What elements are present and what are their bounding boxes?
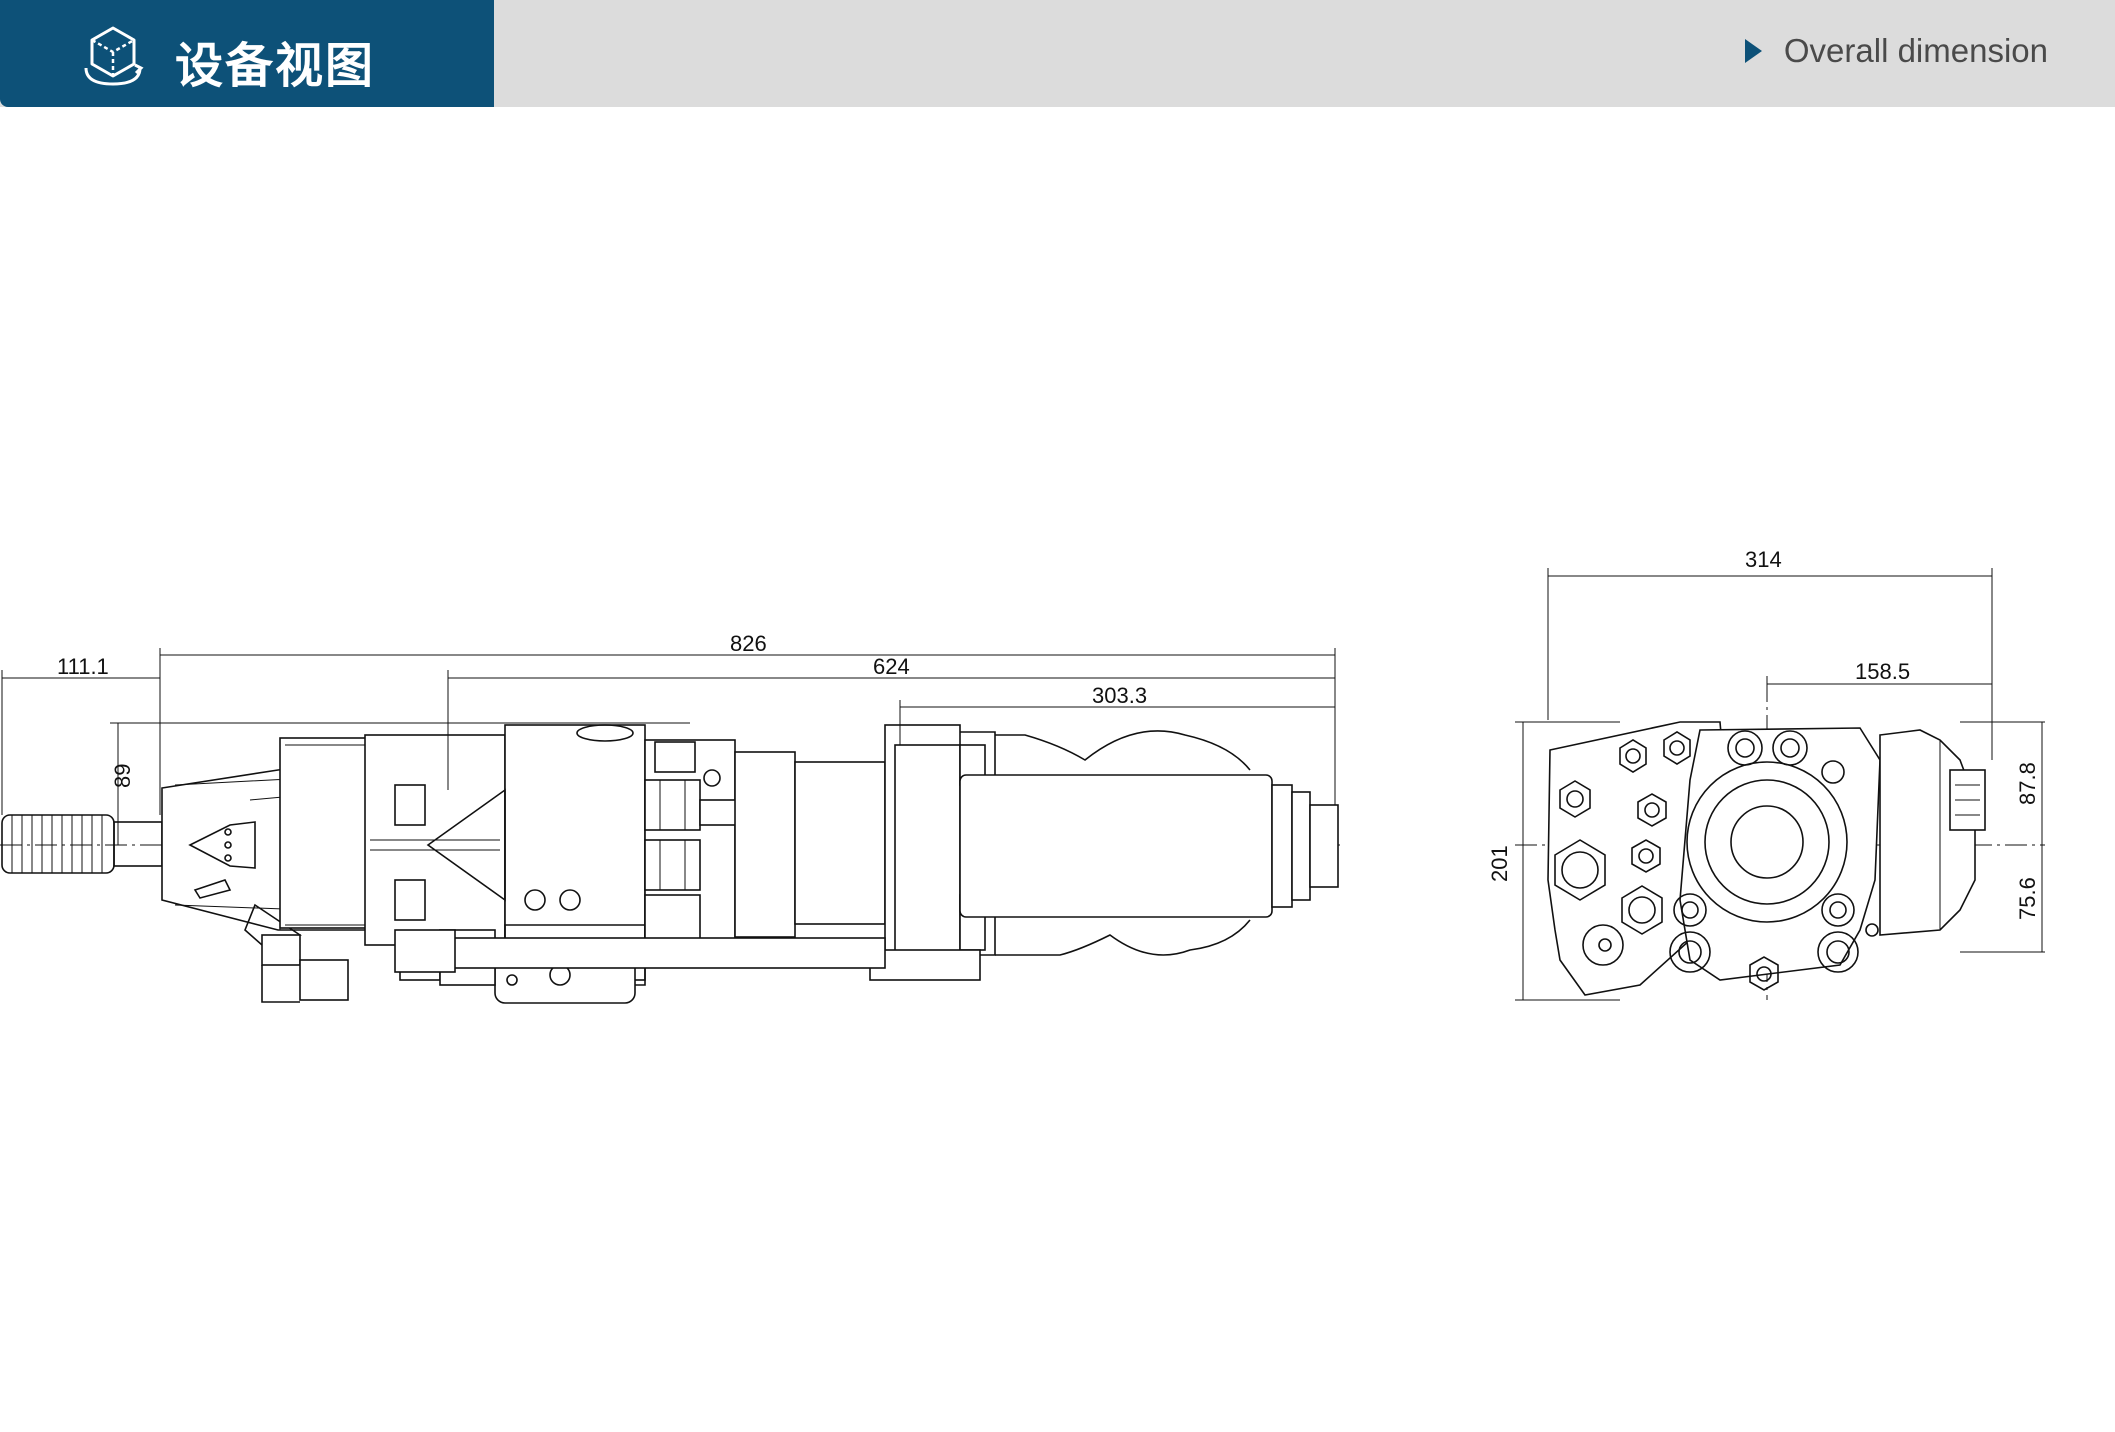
end-view: 314 158.5 201 87.8 75.6 <box>1487 547 2045 1001</box>
3d-cube-icon <box>84 26 144 86</box>
play-triangle-icon <box>1744 39 1762 63</box>
side-view: 111.1 826 624 303.3 89 <box>0 631 1340 1004</box>
dim-111-1: 111.1 <box>57 654 109 679</box>
dim-89: 89 <box>110 764 135 788</box>
dim-87-8: 87.8 <box>2015 762 2040 805</box>
cylinder-body <box>959 774 1273 918</box>
dim-303-3: 303.3 <box>1092 683 1147 708</box>
page-title: 设备视图 <box>175 38 376 94</box>
dim-314: 314 <box>1745 547 1782 572</box>
dim-201: 201 <box>1487 845 1512 882</box>
title-block: 设备视图 <box>0 0 494 107</box>
side-valve <box>1879 729 1976 936</box>
section-label-text: Overall dimension <box>1783 32 2048 69</box>
dim-75-6: 75.6 <box>2015 877 2040 920</box>
section-label: Overall dimension <box>1744 32 2048 70</box>
corrugated-shank <box>1 814 163 874</box>
dim-624: 624 <box>873 654 910 679</box>
dim-158-5: 158.5 <box>1855 659 1910 684</box>
dim-826: 826 <box>730 631 767 656</box>
technical-drawing: 111.1 826 624 303.3 89 314 158.5 201 87.… <box>0 547 2045 1004</box>
